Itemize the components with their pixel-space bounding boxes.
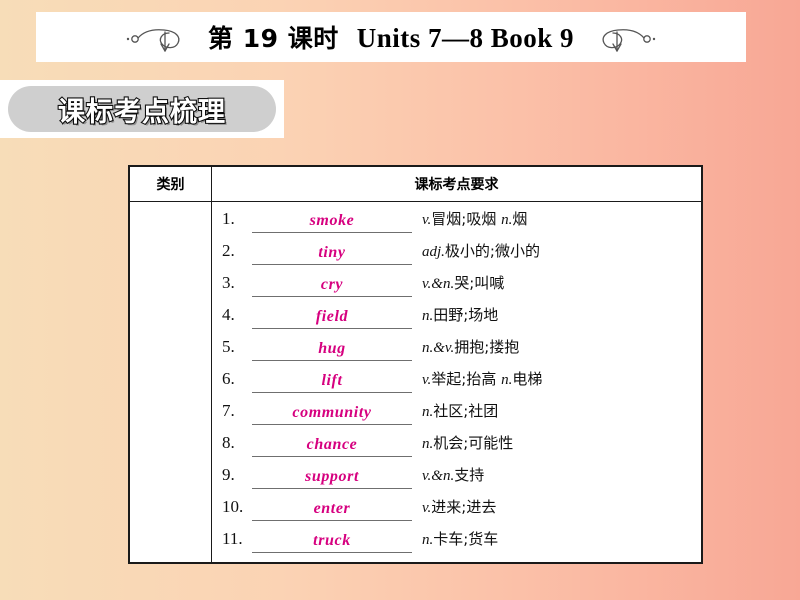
entry-number: 9. [222, 465, 235, 484]
entry-meaning: 极小的;微小的 [444, 242, 540, 260]
answer-word: hug [318, 340, 346, 357]
answer-word: community [292, 404, 372, 421]
entry-definition: adj.极小的;微小的 [412, 240, 540, 261]
answer-word: tiny [318, 244, 346, 261]
answer-blank[interactable]: community [252, 403, 412, 425]
entry-definition: n.&v.拥抱;搂抱 [412, 336, 519, 357]
answer-blank[interactable]: tiny [252, 243, 412, 265]
units-label: Units 7—8 Book 9 [356, 23, 574, 53]
table-row: 7. community n.社区;社团 [222, 400, 701, 432]
entry-definition: v.举起;抬高 n.电梯 [412, 368, 542, 389]
part-of-speech-secondary: n. [501, 212, 513, 228]
entry-definition: n.机会;可能性 [412, 432, 513, 453]
table-row: 5. hug n.&v.拥抱;搂抱 [222, 336, 701, 368]
answer-blank[interactable]: support [252, 467, 412, 489]
entry-meaning: 哭;叫喊 [454, 274, 505, 292]
table-row: 6. lift v.举起;抬高 n.电梯 [222, 368, 701, 400]
part-of-speech: n. [422, 532, 434, 548]
answer-word: cry [320, 276, 344, 293]
section-badge: 课标考点梳理 [8, 86, 276, 132]
table-header-category-label: 类别 [156, 177, 185, 193]
entry-meaning: 社区;社团 [433, 402, 499, 420]
table-header-category: 类别 [130, 167, 212, 201]
entry-definition: n.卡车;货车 [412, 528, 498, 549]
part-of-speech: n.&v. [422, 340, 455, 356]
part-of-speech: v. [422, 500, 432, 516]
table-row: 8. chance n.机会;可能性 [222, 432, 701, 464]
entry-meaning-secondary: 烟 [512, 210, 528, 228]
flourish-swirl-icon [124, 20, 196, 54]
title-banner: 第 19 课时 Units 7—8 Book 9 [36, 12, 746, 62]
lesson-number-label: 第 19 课时 [208, 24, 339, 53]
table-cell-category [130, 202, 212, 562]
answer-blank[interactable]: enter [252, 499, 412, 521]
part-of-speech: v.&n. [422, 468, 455, 484]
table-cell-requirement: 1. smoke v.冒烟;吸烟 n.烟 2. tiny adj.极小的;微小的 3. cry… [212, 202, 701, 562]
answer-blank[interactable]: smoke [252, 211, 412, 233]
entry-number: 5. [222, 337, 235, 356]
answer-word: chance [306, 436, 358, 453]
answer-word: smoke [309, 212, 355, 229]
table-header-requirement-label: 课标考点要求 [414, 177, 499, 193]
entry-meaning: 田野;场地 [433, 306, 499, 324]
answer-word: truck [313, 532, 351, 549]
answer-word: enter [313, 500, 351, 517]
entry-number: 1. [222, 209, 235, 228]
part-of-speech: v. [422, 372, 432, 388]
part-of-speech: n. [422, 404, 434, 420]
table-header-requirement: 课标考点要求 [212, 167, 701, 201]
answer-blank[interactable]: field [252, 307, 412, 329]
key-points-table: 类别 课标考点要求 1. smoke v.冒烟;吸烟 n.烟 2. tiny adj.极小… [128, 165, 703, 564]
entry-definition: v.&n.哭;叫喊 [412, 272, 504, 293]
section-badge-label: 课标考点梳理 [57, 95, 226, 128]
entry-number: 3. [222, 273, 235, 292]
part-of-speech: v.&n. [422, 276, 455, 292]
answer-word: field [315, 308, 349, 325]
table-body: 1. smoke v.冒烟;吸烟 n.烟 2. tiny adj.极小的;微小的 3. cry… [130, 202, 701, 562]
entry-meaning: 支持 [454, 466, 485, 484]
entry-meaning: 进来;进去 [431, 498, 497, 516]
entry-definition: n.社区;社团 [412, 400, 498, 421]
answer-blank[interactable]: hug [252, 339, 412, 361]
entry-definition: v.进来;进去 [412, 496, 496, 517]
part-of-speech: adj. [422, 244, 445, 260]
entry-definition: n.田野;场地 [412, 304, 498, 325]
entry-meaning: 举起;抬高 [431, 370, 502, 388]
table-row: 11. truck n.卡车;货车 [222, 528, 701, 560]
entry-number: 8. [222, 433, 235, 452]
part-of-speech: n. [422, 436, 434, 452]
entry-definition: v.&n.支持 [412, 464, 484, 485]
answer-blank[interactable]: lift [252, 371, 412, 393]
entry-number: 10. [222, 497, 244, 516]
table-row: 4. field n.田野;场地 [222, 304, 701, 336]
entry-meaning: 机会;可能性 [433, 434, 514, 452]
table-header-row: 类别 课标考点要求 [130, 167, 701, 202]
page-title: 第 19 课时 Units 7—8 Book 9 [208, 19, 574, 55]
part-of-speech: n. [422, 308, 434, 324]
entry-number: 7. [222, 401, 235, 420]
entry-number: 6. [222, 369, 235, 388]
table-row: 2. tiny adj.极小的;微小的 [222, 240, 701, 272]
entry-number: 11. [222, 529, 243, 548]
part-of-speech-secondary: n. [501, 372, 513, 388]
answer-blank[interactable]: cry [252, 275, 412, 297]
table-row: 3. cry v.&n.哭;叫喊 [222, 272, 701, 304]
entry-meaning: 拥抱;搂抱 [454, 338, 520, 356]
answer-word: support [305, 468, 359, 485]
flourish-swirl-icon [586, 20, 658, 54]
entry-definition: v.冒烟;吸烟 n.烟 [412, 208, 527, 229]
entry-number: 4. [222, 305, 235, 324]
entry-meaning: 冒烟;吸烟 [431, 210, 502, 228]
table-row: 10. enter v.进来;进去 [222, 496, 701, 528]
answer-blank[interactable]: chance [252, 435, 412, 457]
entry-meaning-secondary: 电梯 [512, 370, 543, 388]
answer-word: lift [321, 372, 343, 389]
section-badge-backdrop: 课标考点梳理 [0, 80, 284, 138]
answer-blank[interactable]: truck [252, 531, 412, 553]
table-row: 9. support v.&n.支持 [222, 464, 701, 496]
table-row: 1. smoke v.冒烟;吸烟 n.烟 [222, 208, 701, 240]
part-of-speech: v. [422, 212, 432, 228]
entry-number: 2. [222, 241, 235, 260]
entry-meaning: 卡车;货车 [433, 530, 499, 548]
